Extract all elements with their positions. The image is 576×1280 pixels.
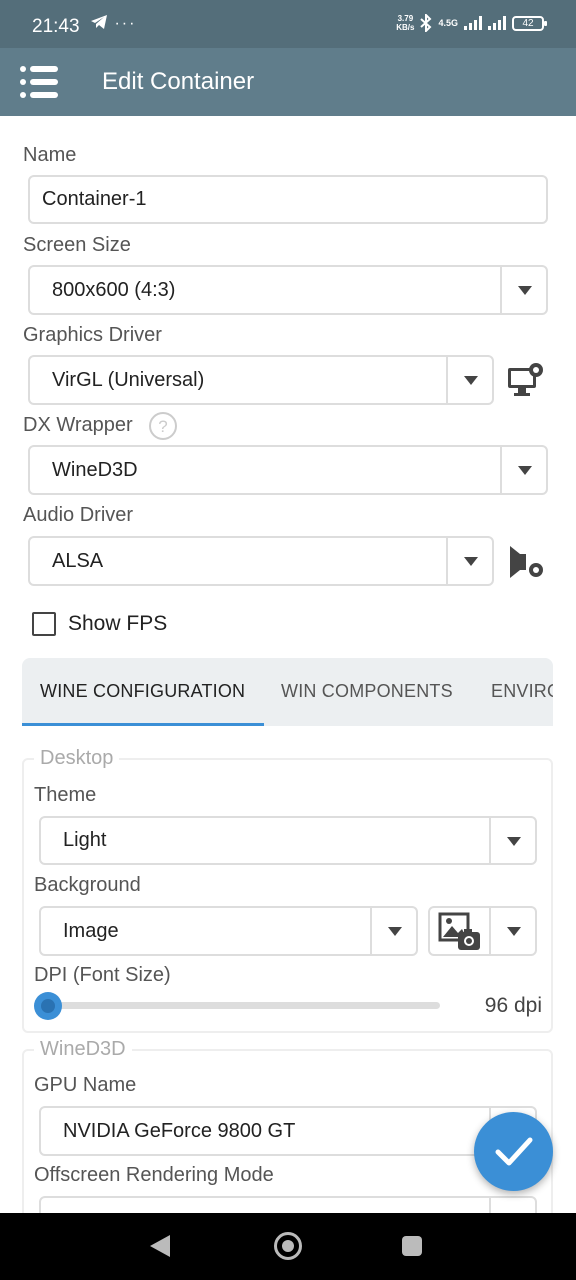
dpi-label: DPI (Font Size)	[34, 964, 171, 986]
tab-bar: WINE CONFIGURATION WIN COMPONENTS ENVIRO	[22, 658, 553, 726]
name-field[interactable]: Container-1	[28, 175, 548, 224]
dx-wrapper-value: WineD3D	[52, 458, 138, 481]
background-select[interactable]: Image	[39, 906, 418, 956]
theme-value: Light	[63, 829, 107, 851]
dpi-value: 96 dpi	[484, 994, 542, 1017]
chevron-down-icon[interactable]	[446, 357, 492, 403]
home-icon[interactable]	[274, 1232, 302, 1260]
page-title: Edit Container	[102, 68, 255, 95]
image-camera-icon	[438, 912, 480, 950]
theme-select[interactable]: Light	[39, 816, 537, 865]
audio-driver-value: ALSA	[52, 549, 104, 572]
chevron-down-icon[interactable]	[489, 818, 535, 863]
background-value: Image	[63, 919, 119, 942]
status-notification-icons: ···	[90, 14, 136, 33]
graphics-driver-select[interactable]: VirGL (Universal)	[28, 355, 494, 405]
graphics-driver-label: Graphics Driver	[23, 324, 162, 346]
audio-driver-label: Audio Driver	[23, 504, 134, 526]
background-label: Background	[34, 874, 141, 896]
network-speed: 3.79 KB/s	[396, 14, 415, 32]
screen-size-value: 800x600 (4:3)	[52, 278, 176, 301]
audio-settings-icon[interactable]	[506, 542, 546, 582]
offscreen-rendering-label: Offscreen Rendering Mode	[34, 1164, 274, 1186]
theme-label: Theme	[34, 784, 97, 806]
background-image-picker[interactable]	[428, 906, 537, 956]
screen-size-select[interactable]: 800x600 (4:3)	[28, 265, 548, 315]
chevron-down-icon[interactable]	[489, 1198, 535, 1213]
chevron-down-icon[interactable]	[500, 267, 546, 313]
menu-icon[interactable]	[20, 66, 60, 98]
dpi-slider-track[interactable]	[48, 1002, 440, 1009]
app-bar: Edit Container	[0, 48, 576, 116]
edit-container-form[interactable]: Name Container-1 Screen Size 800x600 (4:…	[0, 116, 576, 1213]
more-icon: ···	[114, 15, 137, 32]
name-label: Name	[23, 144, 77, 166]
tab-environment[interactable]: ENVIRO	[491, 658, 553, 724]
dx-wrapper-label: DX Wrapper	[23, 414, 133, 436]
offscreen-rendering-select[interactable]	[39, 1196, 537, 1213]
wined3d-legend: WineD3D	[34, 1038, 132, 1061]
dpi-slider-thumb[interactable]	[34, 992, 62, 1020]
active-tab-indicator	[22, 723, 264, 726]
status-indicators: 3.79 KB/s 4.5G 42	[396, 14, 547, 32]
chevron-down-icon[interactable]	[370, 908, 416, 954]
recent-apps-icon[interactable]	[402, 1236, 422, 1256]
tab-wine-configuration[interactable]: WINE CONFIGURATION	[40, 658, 245, 724]
network-type: 4.5G	[438, 18, 458, 28]
bluetooth-icon	[420, 14, 432, 32]
signal-icon-2	[488, 16, 506, 30]
chevron-down-icon[interactable]	[500, 447, 546, 493]
dx-wrapper-select[interactable]: WineD3D	[28, 445, 548, 495]
gpu-name-value: NVIDIA GeForce 9800 GT	[63, 1119, 296, 1142]
telegram-icon	[91, 15, 107, 29]
desktop-legend: Desktop	[34, 747, 120, 770]
svg-text:?: ?	[158, 417, 167, 436]
display-settings-icon[interactable]	[506, 360, 546, 400]
check-icon	[495, 1137, 533, 1166]
confirm-button[interactable]	[474, 1112, 553, 1191]
status-bar: 21:43 ··· 3.79 KB/s 4.5G 42	[0, 0, 576, 48]
help-icon[interactable]: ?	[148, 411, 178, 441]
gpu-name-label: GPU Name	[34, 1074, 137, 1096]
status-time: 21:43	[32, 16, 80, 37]
show-fps-label: Show FPS	[68, 612, 168, 635]
screen-size-label: Screen Size	[23, 234, 131, 256]
chevron-down-icon[interactable]	[446, 538, 492, 584]
battery-icon: 42	[512, 15, 547, 31]
audio-driver-select[interactable]: ALSA	[28, 536, 494, 586]
chevron-down-icon[interactable]	[489, 908, 535, 954]
graphics-driver-value: VirGL (Universal)	[52, 368, 205, 391]
gpu-name-select[interactable]: NVIDIA GeForce 9800 GT	[39, 1106, 537, 1156]
back-icon[interactable]	[150, 1235, 170, 1257]
signal-icon	[464, 16, 482, 30]
show-fps-checkbox[interactable]	[32, 612, 56, 636]
tab-win-components[interactable]: WIN COMPONENTS	[281, 658, 453, 724]
